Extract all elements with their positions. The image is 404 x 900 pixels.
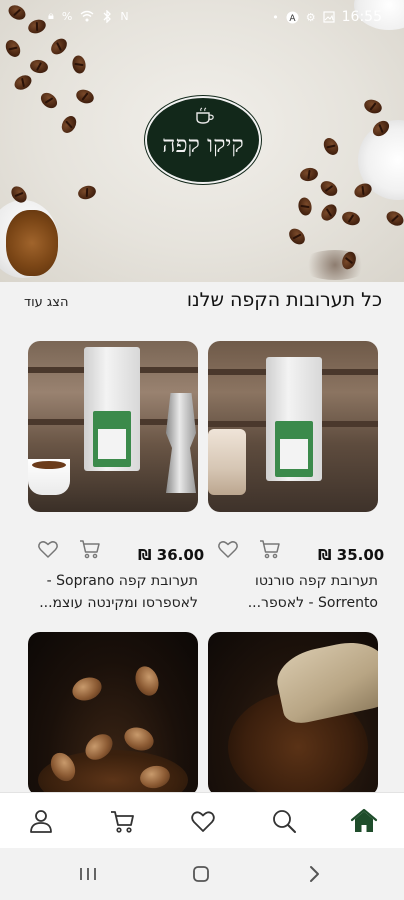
dot-icon: • — [272, 10, 279, 24]
coffee-bean — [317, 178, 341, 199]
coffee-bag-image — [266, 357, 322, 481]
product-price: 36.00 ₪ — [138, 546, 205, 564]
system-navigation-bar — [0, 848, 404, 900]
system-home-icon[interactable] — [189, 862, 213, 886]
coffee-bean — [340, 209, 362, 228]
product-image[interactable] — [28, 632, 198, 796]
coffee-crumbs-image — [300, 250, 370, 280]
logo-text: קיקו קפה — [162, 132, 244, 158]
status-time: 16:55 — [341, 9, 382, 25]
bluetooth-icon — [103, 9, 112, 23]
hero-banner: קיקו קפה — [0, 0, 404, 282]
coffee-bean — [383, 208, 404, 229]
coffee-bean — [318, 201, 340, 224]
image-icon — [323, 11, 335, 23]
a-icon: A — [286, 11, 299, 24]
settings-icon: ⚙︎ — [305, 10, 316, 24]
bottom-navigation — [0, 792, 404, 848]
product-image-soprano[interactable] — [28, 341, 198, 512]
coffee-bean — [2, 37, 24, 60]
bag-label — [275, 421, 313, 477]
coffee-bag-image — [84, 347, 140, 471]
add-to-cart-icon[interactable] — [78, 537, 102, 561]
nfc-icon: N — [120, 9, 129, 23]
coffee-bean — [58, 113, 80, 136]
show-more-link[interactable]: הצג עוד — [24, 295, 68, 310]
home-icon[interactable] — [350, 807, 378, 835]
product-name-line: תערובת קפה Soprano - — [46, 573, 198, 589]
svg-text:A: A — [289, 14, 296, 24]
burlap-sack-image — [271, 635, 378, 727]
section-title: כל תערובות הקפה שלנו — [186, 289, 382, 311]
bag-label — [93, 411, 131, 467]
recent-apps-icon[interactable] — [76, 862, 100, 886]
coffee-bean — [299, 166, 319, 183]
product-image-sorrento[interactable] — [208, 341, 378, 512]
coffee-bean — [76, 183, 98, 202]
product-name-line: תערובת קפה סורנטו — [255, 573, 378, 589]
coffee-mug-icon — [196, 107, 214, 124]
status-bar: 🔒︎ % N • A ⚙︎ 16:55 — [0, 0, 404, 34]
coffee-bean — [362, 97, 384, 116]
percent-icon: % — [61, 9, 73, 23]
ground-coffee-image — [6, 210, 58, 276]
product-name[interactable]: תערובת קפה Soprano - לאספרסו ומקינטה עוצ… — [28, 570, 198, 614]
coffee-bean — [320, 135, 342, 158]
wifi-icon — [80, 10, 94, 22]
favorite-heart-icon[interactable] — [36, 537, 60, 561]
product-image[interactable] — [208, 632, 378, 796]
coffee-bean — [69, 673, 105, 705]
product-name-line: לאספרסו ומקינטה עוצמ... — [39, 595, 198, 611]
coffee-bean — [286, 225, 308, 248]
coffee-bean — [37, 89, 61, 112]
coffee-bean — [11, 72, 35, 93]
product-name-line: Sorrento - לאספר... — [247, 595, 378, 611]
moka-pot-image — [166, 393, 196, 493]
search-icon[interactable] — [270, 807, 298, 835]
coffee-jar-image — [208, 429, 246, 495]
coffee-bean — [29, 58, 49, 75]
back-icon[interactable] — [302, 862, 326, 886]
lock-icon: 🔒︎ — [48, 9, 54, 22]
heart-icon[interactable] — [189, 807, 217, 835]
coffee-bean — [48, 35, 70, 58]
brand-logo: קיקו קפה — [145, 96, 261, 184]
coffee-bean — [71, 54, 87, 75]
status-right-icons: • A ⚙︎ 16:55 — [272, 9, 382, 25]
product-name[interactable]: תערובת קפה סורנטו Sorrento - לאספר... — [208, 570, 378, 614]
favorite-heart-icon[interactable] — [216, 537, 240, 561]
add-to-cart-icon[interactable] — [258, 537, 282, 561]
espresso-cup-image — [28, 459, 70, 495]
cart-icon[interactable] — [108, 807, 136, 835]
coffee-bean — [131, 663, 163, 699]
product-price: 35.00 ₪ — [318, 546, 385, 564]
status-left-icons: 🔒︎ % N — [48, 9, 129, 23]
coffee-bean — [297, 196, 313, 217]
app-screen: קיקו קפה 🔒︎ % N • A ⚙︎ 16:55 כל תערובות … — [0, 0, 404, 900]
coffee-bean — [74, 87, 96, 106]
profile-icon[interactable] — [27, 807, 55, 835]
